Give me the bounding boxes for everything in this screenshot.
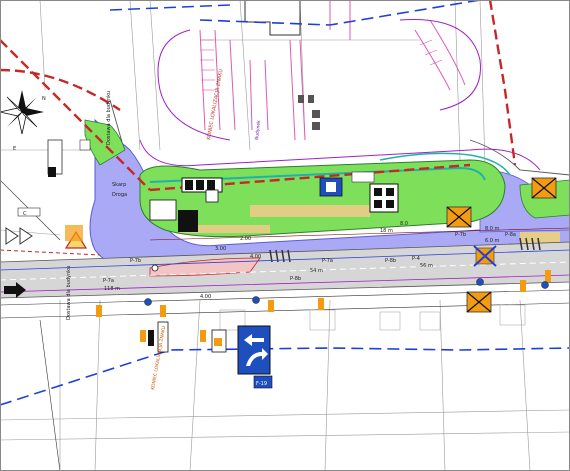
measurement-7: 3.00 <box>215 246 226 252</box>
stop-label-4: P-4 <box>412 256 420 262</box>
measurement-2: 54 m <box>310 268 323 274</box>
stop-label-7: P-8a <box>505 232 516 238</box>
measurement-10: 8.0 <box>400 221 408 227</box>
measurement-8: 18 m <box>380 228 393 234</box>
measurement-6: 6.0 m <box>485 238 500 244</box>
measurement-3: 4.00 <box>250 254 261 260</box>
measurement-9: 118 m <box>104 286 120 292</box>
measurement-5: 8.0 m <box>485 226 500 232</box>
vertical-note-4: Dostawa dla budynku <box>106 91 112 145</box>
site-plan-map: N E C F-19 P-7a P-7b P-7a P-4 P-8b P-8b … <box>0 0 570 471</box>
measurement-4: 56 m <box>420 263 433 269</box>
stop-label-8: P-7b <box>455 232 466 238</box>
compass-east-label: E <box>13 146 16 152</box>
stop-label-6: P-8b <box>290 276 301 282</box>
vertical-note-3: Dostawa dla budynku <box>66 266 72 320</box>
measurement-11: 2.00 <box>240 236 251 242</box>
measurement-1: 4.00 <box>200 294 211 300</box>
street-label-skarp: Skarp <box>112 182 126 188</box>
street-label-droga: Droga <box>112 192 127 198</box>
stop-label-3: P-7a <box>322 258 333 264</box>
stop-label-2: P-7b <box>130 258 141 264</box>
stop-label-1: P-7a <box>103 278 114 284</box>
small-marker-label: C <box>23 211 27 217</box>
stop-label-5: P-8b <box>385 258 396 264</box>
compass-north-label: N <box>42 96 46 102</box>
sign-code-label: F-19 <box>256 381 267 387</box>
